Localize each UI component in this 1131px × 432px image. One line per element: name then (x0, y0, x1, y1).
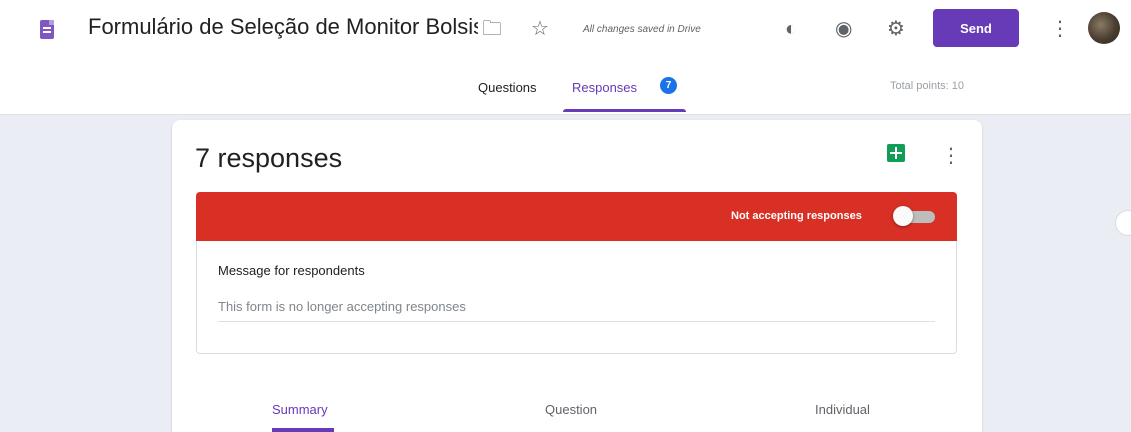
active-subtab-indicator (272, 428, 334, 432)
folder-icon[interactable]: 🗀 (482, 19, 502, 39)
save-status: All changes saved in Drive (583, 24, 701, 35)
more-options-icon[interactable]: ⋮ (941, 143, 961, 168)
toggle-thumb[interactable] (893, 206, 913, 226)
message-input[interactable] (218, 292, 935, 322)
form-title[interactable]: Formulário de Seleção de Monitor Bolsist… (88, 14, 478, 40)
responses-count-badge: 7 (660, 77, 677, 94)
preview-eye-icon[interactable]: ◉ (835, 19, 852, 39)
more-vert-icon[interactable]: ⋮ (1050, 19, 1070, 39)
settings-gear-icon[interactable]: ⚙ (887, 19, 905, 39)
active-tab-indicator (563, 109, 686, 112)
tab-questions[interactable]: Questions (478, 80, 537, 95)
message-label: Message for respondents (218, 263, 365, 278)
palette-icon[interactable]: ◐ (785, 19, 797, 39)
tab-individual[interactable]: Individual (815, 402, 870, 417)
tab-question[interactable]: Question (545, 402, 597, 417)
accepting-status-label: Not accepting responses (731, 210, 862, 222)
tab-responses[interactable]: Responses (572, 80, 637, 95)
star-icon[interactable]: ☆ (531, 19, 549, 39)
send-button[interactable]: Send (933, 9, 1019, 47)
sheets-icon[interactable] (887, 144, 905, 162)
avatar[interactable] (1088, 12, 1120, 44)
total-points: Total points: 10 (890, 80, 964, 92)
tab-summary[interactable]: Summary (272, 402, 328, 417)
side-panel-button[interactable] (1115, 210, 1131, 236)
forms-logo-icon[interactable] (40, 20, 54, 39)
response-count: 7 responses (195, 143, 343, 173)
